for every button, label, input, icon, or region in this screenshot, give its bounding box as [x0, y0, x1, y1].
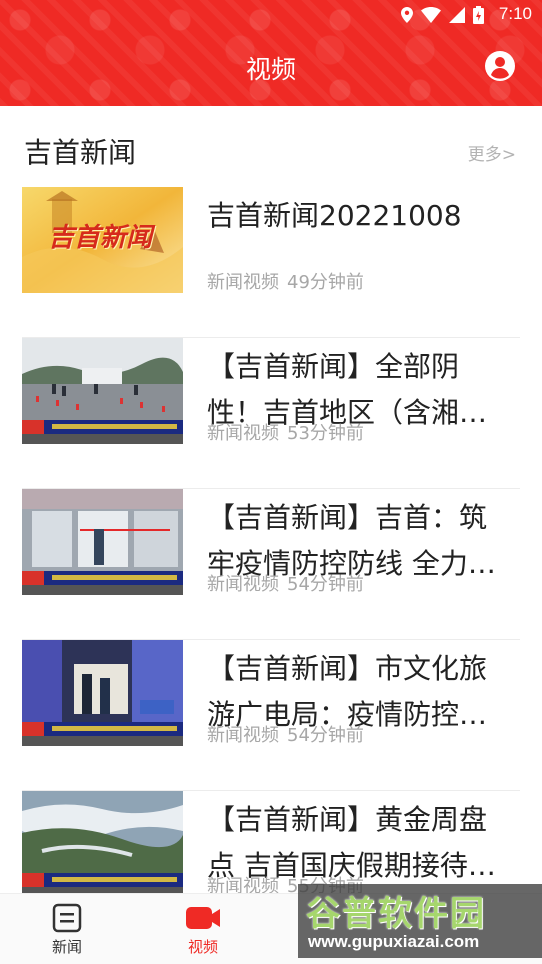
signal-icon — [449, 7, 465, 23]
video-thumbnail — [22, 791, 183, 897]
nav-label: 新闻 — [51, 938, 82, 956]
header-bar: 7:10 视频 — [0, 0, 542, 106]
wifi-icon — [421, 7, 441, 23]
page-title: 视频 — [245, 55, 296, 84]
news-icon — [52, 903, 82, 933]
news-source: 新闻视频 — [207, 725, 279, 746]
news-meta: 新闻视频 54分钟前 — [207, 721, 364, 747]
status-time: 7:10 — [498, 4, 532, 23]
news-time: 54分钟前 — [287, 725, 364, 746]
news-time: 49分钟前 — [287, 272, 364, 293]
video-icon — [186, 907, 220, 929]
news-item[interactable]: 【吉首新闻】全部阴性！吉首地区（含湘西州本级）核酸检测结果 新闻视频53分钟前 — [22, 338, 520, 489]
location-icon — [401, 7, 413, 23]
video-thumbnail — [22, 640, 183, 746]
news-item[interactable]: 【吉首新闻】市文化旅游广电局：疫情防控不放松 安全生产不松懈 新闻视频54分钟前 — [22, 640, 520, 791]
watermark-brand: 谷普软件园 — [306, 894, 486, 934]
more-link[interactable]: 更多> — [468, 140, 516, 165]
thumbnail-logo: 吉首新闻 — [48, 223, 153, 253]
news-source: 新闻视频 — [207, 574, 279, 595]
news-title: 吉首新闻20221008 — [207, 199, 462, 232]
section-title: 吉首新闻 — [24, 136, 137, 169]
news-meta: 新闻视频 49分钟前 — [207, 268, 364, 294]
video-thumbnail — [22, 489, 183, 595]
news-source: 新闻视频 — [207, 272, 279, 293]
nav-tab-video[interactable]: 视频 — [158, 902, 248, 957]
video-thumbnail: 吉首新闻 — [22, 187, 183, 293]
news-item[interactable]: 吉首新闻 吉首新闻20221008 新闻视频 49分钟前 — [22, 187, 520, 338]
video-thumbnail — [22, 338, 183, 444]
watermark: 谷普软件园 www.gupuxiazai.com — [298, 884, 542, 958]
news-source: 新闻视频 — [207, 423, 279, 444]
status-bar: 7:10 — [0, 0, 542, 28]
news-time: 53分钟前 — [287, 423, 364, 444]
battery-icon — [473, 6, 484, 24]
user-profile-icon[interactable] — [484, 50, 516, 82]
watermark-url: www.gupuxiazai.com — [308, 932, 480, 951]
news-item[interactable]: 【吉首新闻】吉首：筑牢疫情防控防线 全力保障群众出行安全 新闻视频54分钟前 — [22, 489, 520, 640]
news-meta: 新闻视频 53分钟前 — [207, 419, 364, 445]
nav-tab-news[interactable]: 新闻 — [22, 902, 112, 957]
nav-label: 视频 — [187, 938, 218, 956]
news-meta: 新闻视频 54分钟前 — [207, 570, 364, 596]
news-time: 54分钟前 — [287, 574, 364, 595]
status-icons — [401, 6, 484, 24]
